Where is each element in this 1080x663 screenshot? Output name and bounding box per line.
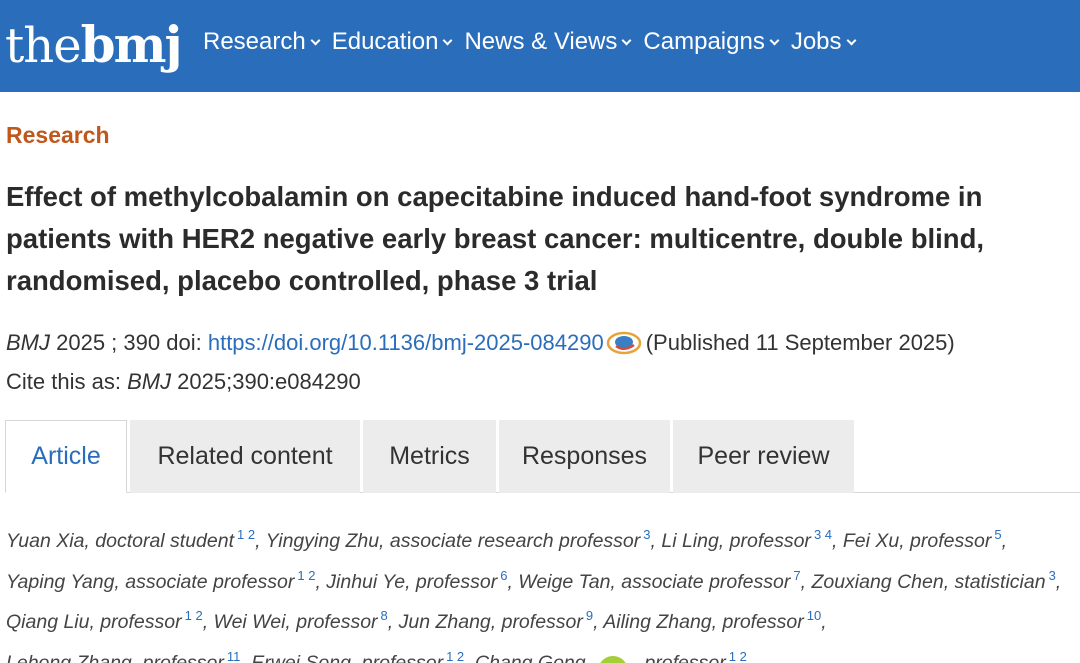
chevron-down-icon — [769, 35, 780, 45]
author-entry[interactable]: Yaping Yang, associate professor 1 2 — [6, 568, 315, 593]
author-entry[interactable]: Yingying Zhu, associate research profess… — [265, 527, 651, 552]
author-entry[interactable]: Jun Zhang, professor 9 — [398, 608, 594, 633]
author-role: , professor — [633, 651, 726, 663]
author-name: Jinhui Ye, professor — [326, 570, 498, 593]
cite-reference: 2025;390:e084290 — [171, 369, 361, 394]
chevron-down-icon — [310, 35, 321, 45]
author-entry[interactable]: Weige Tan, associate professor 7 — [518, 568, 800, 593]
journal-name: BMJ — [127, 369, 172, 394]
site-logo[interactable]: the bmj — [5, 15, 183, 75]
author-name: Ailing Zhang, professor — [603, 611, 804, 633]
affiliation-ref[interactable]: 3 4 — [814, 527, 832, 542]
author-entry[interactable]: Zouxiang Chen, statistician 3 — [811, 568, 1056, 593]
author-entry[interactable]: Chang Gong iD , professor1 2 — [475, 649, 747, 663]
chevron-down-icon — [621, 35, 632, 45]
author-name: Qiang Liu, professor — [6, 611, 182, 633]
main-nav: Research Education News & Views Campaign… — [203, 28, 868, 56]
journal-name: BMJ — [6, 330, 50, 355]
nav-education[interactable]: Education — [331, 28, 453, 56]
separator: , — [821, 611, 827, 633]
cite-label: Cite this as: — [6, 369, 121, 394]
affiliation-ref[interactable]: 7 — [793, 568, 800, 583]
author-name: Zouxiang Chen, statistician — [811, 570, 1046, 593]
doi-link[interactable]: https://doi.org/10.1136/bmj-2025-084290 — [208, 330, 604, 356]
tab-responses[interactable]: Responses — [499, 420, 670, 493]
site-header: the bmj Research Education News & Views C… — [0, 0, 1080, 92]
author-entry[interactable]: Yuan Xia, doctoral student 1 2 — [6, 527, 255, 552]
separator: , — [464, 651, 470, 663]
author-name: Fei Xu, professor — [842, 530, 992, 552]
crossmark-icon[interactable] — [606, 330, 642, 356]
author-entry[interactable]: Lehong Zhang, professor 11 — [6, 649, 241, 663]
separator: , — [832, 530, 838, 552]
separator: , — [202, 611, 209, 633]
separator: , — [240, 651, 246, 663]
tab-article[interactable]: Article — [5, 420, 127, 493]
year-volume: 2025 ; 390 — [50, 330, 161, 355]
author-name: Chang Gong — [475, 651, 586, 663]
author-entry[interactable]: Li Ling, professor 3 4 — [661, 527, 832, 552]
author-list: Yuan Xia, doctoral student 1 2, Yingying … — [6, 518, 1080, 663]
nav-jobs[interactable]: Jobs — [790, 28, 856, 56]
separator: , — [650, 530, 656, 552]
doi-label: doi: — [166, 330, 202, 355]
author-name: Yaping Yang, associate professor — [6, 570, 295, 593]
affiliation-ref[interactable]: 11 — [227, 649, 241, 663]
author-entry[interactable]: Jinhui Ye, professor 6 — [326, 568, 507, 593]
separator: , — [1055, 570, 1062, 593]
separator: , — [387, 611, 394, 633]
nav-label: Campaigns — [643, 28, 765, 55]
author-name: Yingying Zhu, associate research profess… — [265, 530, 641, 552]
nav-news-views[interactable]: News & Views — [464, 28, 632, 56]
author-name: Weige Tan, associate professor — [518, 570, 791, 593]
affiliation-ref[interactable]: 3 — [643, 527, 650, 542]
separator: , — [507, 570, 513, 593]
author-entry[interactable]: Ailing Zhang, professor 10 — [603, 608, 821, 633]
chevron-down-icon — [846, 35, 856, 45]
author-name: Erwei Song, professor — [251, 651, 444, 663]
nav-label: Research — [203, 28, 306, 55]
article-title: Effect of methylcobalamin on capecitabin… — [6, 181, 985, 296]
tab-peer-review[interactable]: Peer review — [673, 420, 854, 493]
logo-bmj: bmj — [80, 15, 183, 74]
separator: , — [593, 611, 599, 633]
tab-metrics[interactable]: Metrics — [363, 420, 496, 493]
affiliation-ref[interactable]: 1 2 — [446, 649, 464, 663]
affiliation-ref[interactable]: 1 2 — [297, 568, 315, 583]
author-name: Jun Zhang, professor — [398, 611, 583, 633]
chevron-down-icon — [443, 35, 453, 45]
affiliation-ref[interactable]: 1 2 — [729, 649, 747, 663]
citation-line: BMJ 2025 ; 390 doi: https://doi.org/10.1… — [6, 330, 955, 356]
cite-as-line: Cite this as: BMJ 2025;390:e084290 — [6, 369, 361, 395]
nav-label: Education — [331, 28, 439, 55]
nav-label: Jobs — [790, 28, 842, 55]
affiliation-ref[interactable]: 1 2 — [185, 608, 203, 623]
orcid-icon[interactable]: iD — [597, 655, 628, 663]
nav-label: News & Views — [464, 28, 618, 55]
separator: , — [315, 570, 321, 593]
author-name: Li Ling, professor — [661, 530, 811, 552]
logo-the: the — [5, 18, 82, 74]
section-label[interactable]: Research — [6, 122, 110, 149]
affiliation-ref[interactable]: 8 — [381, 608, 388, 623]
author-entry[interactable]: Fei Xu, professor 5 — [842, 527, 1002, 552]
separator: , — [255, 530, 261, 552]
affiliation-ref[interactable]: 1 2 — [237, 527, 255, 542]
separator: , — [800, 570, 807, 593]
article-tabs: Article Related content Metrics Response… — [5, 420, 1080, 493]
affiliation-ref[interactable]: 10 — [807, 608, 821, 623]
separator: , — [1001, 530, 1007, 552]
nav-campaigns[interactable]: Campaigns — [643, 28, 780, 56]
author-name: Wei Wei, professor — [213, 611, 378, 633]
published-date: (Published 11 September 2025) — [645, 330, 955, 355]
author-name: Yuan Xia, doctoral student — [6, 530, 235, 552]
author-name: Lehong Zhang, professor — [6, 651, 224, 663]
author-entry[interactable]: Qiang Liu, professor 1 2 — [6, 608, 203, 633]
tab-related-content[interactable]: Related content — [130, 420, 360, 493]
affiliation-ref[interactable]: 3 — [1049, 568, 1056, 583]
nav-research[interactable]: Research — [203, 28, 321, 56]
author-entry[interactable]: Wei Wei, professor 8 — [213, 608, 388, 633]
author-entry[interactable]: Erwei Song, professor 1 2 — [251, 649, 464, 663]
affiliation-ref[interactable]: 5 — [994, 527, 1001, 542]
